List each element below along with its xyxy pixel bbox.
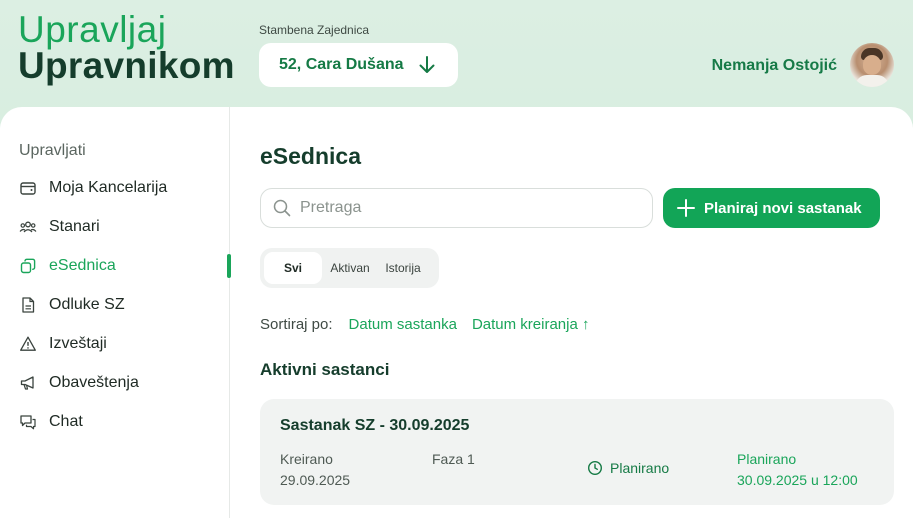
copy-icon (19, 257, 37, 275)
new-meeting-label: Planiraj novi sastanak (704, 199, 862, 217)
section-title: Aktivni sastanci (260, 360, 390, 379)
search-input[interactable] (300, 199, 630, 217)
filter-tabs: Svi Aktivan Istorija (260, 248, 439, 288)
sidebar-item-odluke-sz[interactable]: Odluke SZ (19, 293, 230, 317)
planned-date: 30.09.2025 u 12:00 (737, 472, 858, 488)
sort-by-meeting-date[interactable]: Datum sastanka (349, 316, 457, 333)
main-panel: Upravljati Moja Kancelarija Stanari eSed… (0, 107, 913, 518)
new-meeting-button[interactable]: Planiraj novi sastanak (663, 188, 880, 228)
created-date: 29.09.2025 (280, 472, 351, 488)
sidebar-item-izvestaji[interactable]: Izveštaji (19, 332, 230, 356)
meeting-phase: Faza 1 (432, 451, 475, 467)
sidebar-item-stanari[interactable]: Stanari (19, 215, 230, 239)
sidebar-item-obavestenja[interactable]: Obaveštenja (19, 371, 230, 395)
sidebar-heading: Upravljati (19, 142, 86, 159)
arrow-down-icon (419, 56, 435, 73)
meeting-card[interactable]: Sastanak SZ - 30.09.2025 Kreirano 29.09.… (260, 399, 894, 505)
active-indicator (227, 254, 231, 278)
sidebar-item-label: Odluke SZ (49, 296, 125, 313)
clock-icon (587, 460, 603, 476)
brand-logo[interactable]: Upravljaj Upravnikom (18, 9, 235, 86)
document-icon (19, 296, 37, 314)
community-label: Stambena Zajednica (259, 23, 370, 37)
tab-svi[interactable]: Svi (264, 252, 322, 284)
search-icon (273, 199, 291, 217)
sidebar-item-moja-kancelarija[interactable]: Moja Kancelarija (19, 176, 230, 200)
tab-istorija[interactable]: Istorija (378, 252, 428, 284)
created-label: Kreirano (280, 451, 333, 467)
sidebar-item-label: Obaveštenja (49, 374, 139, 391)
wallet-icon (19, 179, 37, 197)
sort-bar: Sortiraj po: Datum sastanka Datum kreira… (260, 316, 604, 333)
megaphone-icon (19, 374, 37, 392)
brand-line-2: Upravnikom (18, 45, 235, 86)
plus-icon (677, 199, 695, 217)
sidebar-item-chat[interactable]: Chat (19, 410, 230, 434)
warning-icon (19, 335, 37, 353)
status-text: Planirano (610, 460, 670, 476)
status-badge: Planirano (587, 460, 669, 476)
planned-label: Planirano (737, 451, 797, 467)
community-selector[interactable]: 52, Cara Dušana (259, 43, 458, 87)
meeting-title: Sastanak SZ - 30.09.2025 (280, 417, 470, 434)
sidebar: Upravljati Moja Kancelarija Stanari eSed… (0, 107, 231, 518)
users-icon (19, 218, 37, 236)
brand-line-1: Upravljaj (18, 9, 167, 50)
community-address: 52, Cara Dušana (279, 56, 404, 73)
top-header: Upravljaj Upravnikom Stambena Zajednica … (0, 0, 913, 110)
sidebar-item-esednica[interactable]: eSednica (19, 254, 231, 278)
chat-icon (19, 413, 37, 431)
page-title: eSednica (260, 143, 361, 169)
sort-by-created-date[interactable]: Datum kreiranja ↑ (472, 316, 590, 333)
sidebar-item-label: Izveštaji (49, 335, 107, 352)
user-name[interactable]: Nemanja Ostojić (712, 57, 837, 75)
search-box[interactable] (260, 188, 653, 228)
sidebar-item-label: Chat (49, 413, 83, 430)
sort-label: Sortiraj po: (260, 316, 333, 333)
sidebar-item-label: Moja Kancelarija (49, 179, 168, 196)
sidebar-item-label: eSednica (49, 257, 116, 274)
sidebar-item-label: Stanari (49, 218, 100, 235)
tab-aktivan[interactable]: Aktivan (322, 252, 378, 284)
avatar[interactable] (850, 43, 894, 87)
